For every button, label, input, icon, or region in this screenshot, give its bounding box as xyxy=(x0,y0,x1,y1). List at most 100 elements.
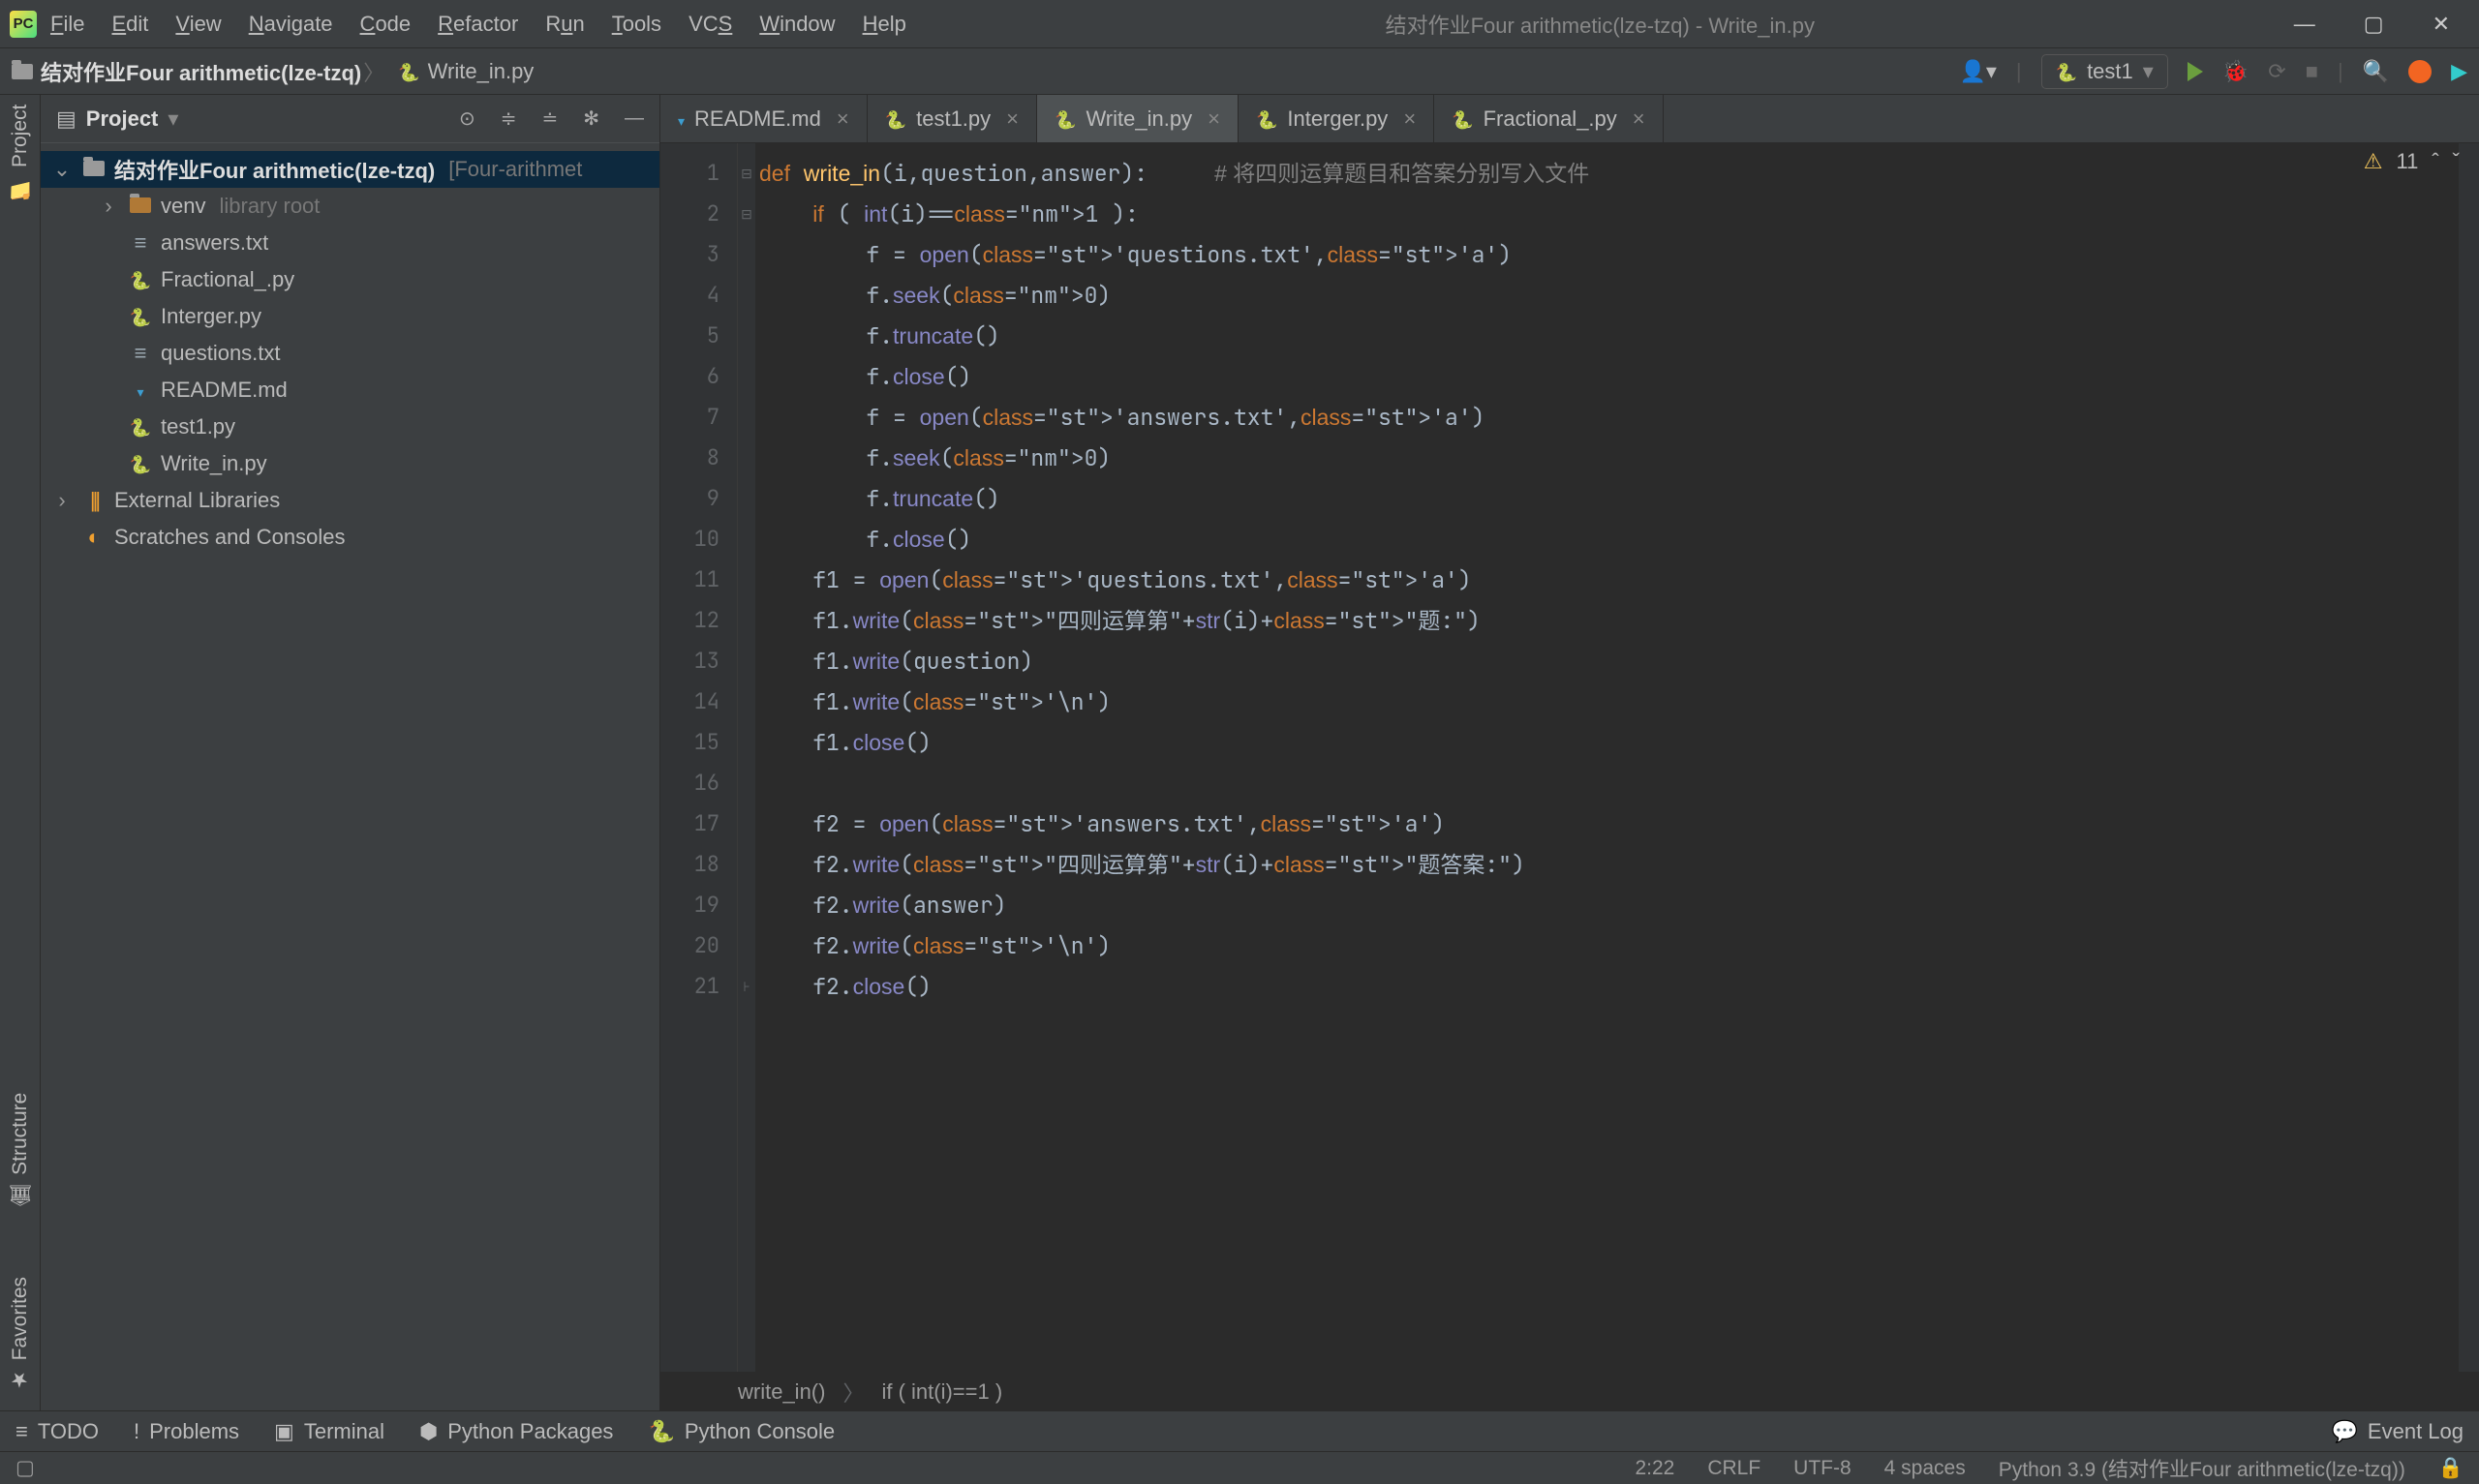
prev-highlight-icon[interactable]: ˆ xyxy=(2432,149,2438,174)
collapse-all-icon[interactable]: ≐ xyxy=(541,106,558,131)
python-packages-icon: ⬢ xyxy=(419,1419,438,1444)
app-icon: PC xyxy=(10,11,37,38)
chevron-right-icon: 〉 xyxy=(363,56,384,87)
tab-fractional_-py[interactable]: Fractional_.py× xyxy=(1434,95,1663,142)
tree-file-fractional_-py[interactable]: Fractional_.py xyxy=(41,261,659,298)
left-tool-strip: 📁Project 🏛Structure ★Favorites xyxy=(0,95,41,1410)
tree-project-root[interactable]: ⌄结对作业Four arithmetic(lze-tzq)[Four-arith… xyxy=(41,151,659,188)
tree-scratches[interactable]: Scratches and Consoles xyxy=(41,519,659,556)
menu-refactor[interactable]: Refactor xyxy=(438,12,518,37)
close-tab-icon[interactable]: × xyxy=(1208,106,1220,132)
tool-python-packages[interactable]: ⬢Python Packages xyxy=(419,1419,613,1444)
project-tool-button[interactable]: 📁Project xyxy=(9,105,32,200)
inspection-widget[interactable]: ⚠ 11 ˆ ˇ xyxy=(2364,149,2460,174)
search-icon[interactable]: 🔍 xyxy=(2363,59,2389,84)
tool-terminal[interactable]: ▣Terminal xyxy=(274,1419,384,1444)
run-button[interactable] xyxy=(2188,62,2203,81)
nav-bar: 结对作业Four arithmetic(lze-tzq) 〉 Write_in.… xyxy=(0,48,2479,95)
bottom-tool-strip: ≡TODO !Problems ▣Terminal ⬢Python Packages 🐍… xyxy=(0,1410,2479,1451)
menu-run[interactable]: Run xyxy=(545,12,584,37)
line-separator[interactable]: CRLF xyxy=(1707,1457,1760,1480)
tool-python-console[interactable]: 🐍Python Console xyxy=(648,1419,835,1444)
py-file-icon xyxy=(1256,106,1277,132)
tab-interger-py[interactable]: Interger.py× xyxy=(1239,95,1434,142)
structure-tool-button[interactable]: 🏛Structure xyxy=(9,1093,32,1209)
tool-todo[interactable]: ≡TODO xyxy=(15,1419,99,1444)
locate-icon[interactable]: ⊙ xyxy=(459,106,475,131)
folder-icon xyxy=(128,194,153,219)
breadcrumb-project[interactable]: 结对作业Four arithmetic(lze-tzq) xyxy=(12,56,361,87)
title-bar: PC File Edit View Navigate Code Refactor Run To… xyxy=(0,0,2479,48)
python-interpreter[interactable]: Python 3.9 (结对作业Four arithmetic(lze-tzq)… xyxy=(1999,1454,2405,1483)
caret-position[interactable]: 2:22 xyxy=(1635,1457,1674,1480)
menu-edit[interactable]: Edit xyxy=(111,12,148,37)
indent-config[interactable]: 4 spaces xyxy=(1884,1457,1966,1480)
error-stripe[interactable] xyxy=(2458,143,2479,1372)
tree-file-interger-py[interactable]: Interger.py xyxy=(41,298,659,335)
tree-venv[interactable]: ›venvlibrary root xyxy=(41,188,659,225)
debug-button[interactable]: 🐞 xyxy=(2222,59,2249,84)
close-tab-icon[interactable]: × xyxy=(1403,106,1416,132)
tab-readme-md[interactable]: README.md× xyxy=(660,95,868,142)
file-encoding[interactable]: UTF-8 xyxy=(1793,1457,1852,1480)
editor-tabs: README.md×test1.py×Write_in.py×Interger.… xyxy=(660,95,2479,143)
tree-file-test1-py[interactable]: test1.py xyxy=(41,409,659,445)
favorites-tool-button[interactable]: ★Favorites xyxy=(9,1277,32,1391)
close-icon[interactable]: ✕ xyxy=(2433,12,2450,37)
tree-external-libraries[interactable]: ›External Libraries xyxy=(41,482,659,519)
menu-vcs[interactable]: VCS xyxy=(689,12,732,37)
expand-all-icon[interactable]: ≑ xyxy=(501,106,517,131)
minimize-icon[interactable]: — xyxy=(2294,12,2315,37)
tree-file-questions-txt[interactable]: questions.txt xyxy=(41,335,659,372)
code-breadcrumb[interactable]: write_in() 〉 if ( int(i)==1 ) xyxy=(660,1372,2479,1410)
code-editor[interactable]: def write_in(i,question,answer): # 将四则运算… xyxy=(755,143,2458,1372)
menu-tools[interactable]: Tools xyxy=(612,12,661,37)
menu-code[interactable]: Code xyxy=(360,12,412,37)
tree-file-answers-txt[interactable]: answers.txt xyxy=(41,225,659,261)
problems-icon: ! xyxy=(134,1419,139,1444)
user-icon[interactable]: 👤▾ xyxy=(1959,59,1996,84)
fold-strip: ⊟⊟⊦ xyxy=(738,143,755,1372)
breadcrumb-file[interactable]: Write_in.py xyxy=(398,59,534,84)
menu-file[interactable]: File xyxy=(50,12,84,37)
warning-icon: ⚠ xyxy=(2364,149,2383,174)
txt-file-icon xyxy=(128,230,153,256)
library-icon xyxy=(81,488,107,513)
settings-icon[interactable]: ✻ xyxy=(583,106,599,131)
close-tab-icon[interactable]: × xyxy=(1006,106,1019,132)
event-log-button[interactable]: 💬Event Log xyxy=(2332,1419,2464,1444)
menu-view[interactable]: View xyxy=(175,12,221,37)
tree-file-write_in-py[interactable]: Write_in.py xyxy=(41,445,659,482)
editor-area: README.md×test1.py×Write_in.py×Interger.… xyxy=(660,95,2479,1410)
folder-icon xyxy=(81,157,107,182)
tab-test1-py[interactable]: test1.py× xyxy=(868,95,1037,142)
md-file-icon xyxy=(128,378,153,403)
close-tab-icon[interactable]: × xyxy=(1633,106,1645,132)
python-file-icon xyxy=(398,59,419,84)
menu-window[interactable]: Window xyxy=(759,12,835,37)
menu-help[interactable]: Help xyxy=(863,12,906,37)
maximize-icon[interactable]: ▢ xyxy=(2364,12,2384,37)
tree-file-readme-md[interactable]: README.md xyxy=(41,372,659,409)
python-icon xyxy=(2056,59,2077,84)
lock-icon[interactable]: 🔒 xyxy=(2438,1457,2464,1480)
ide-notifications-icon[interactable] xyxy=(2408,60,2432,83)
chevron-down-icon[interactable]: ▾ xyxy=(168,106,178,132)
tool-window-quick-access-icon[interactable]: ▢ xyxy=(15,1456,35,1480)
py-file-icon xyxy=(128,267,153,292)
todo-icon: ≡ xyxy=(15,1419,28,1444)
next-highlight-icon[interactable]: ˇ xyxy=(2453,149,2460,174)
stop-button: ■ xyxy=(2306,59,2318,84)
close-tab-icon[interactable]: × xyxy=(837,106,849,132)
tab-write_in-py[interactable]: Write_in.py× xyxy=(1037,95,1239,142)
project-view-icon: ▤ xyxy=(56,106,77,132)
chevron-down-icon: ▾ xyxy=(2143,59,2154,84)
learn-icon[interactable]: ▶ xyxy=(2451,59,2467,84)
tool-problems[interactable]: !Problems xyxy=(134,1419,239,1444)
run-config-selector[interactable]: test1 ▾ xyxy=(2041,54,2168,89)
py-file-icon xyxy=(885,106,906,132)
hide-icon[interactable]: — xyxy=(625,107,644,130)
menu-navigate[interactable]: Navigate xyxy=(249,12,333,37)
line-gutter: 123456789101112131415161718192021 xyxy=(660,143,738,1372)
status-bar: ▢ 2:22 CRLF UTF-8 4 spaces Python 3.9 (结… xyxy=(0,1451,2479,1484)
